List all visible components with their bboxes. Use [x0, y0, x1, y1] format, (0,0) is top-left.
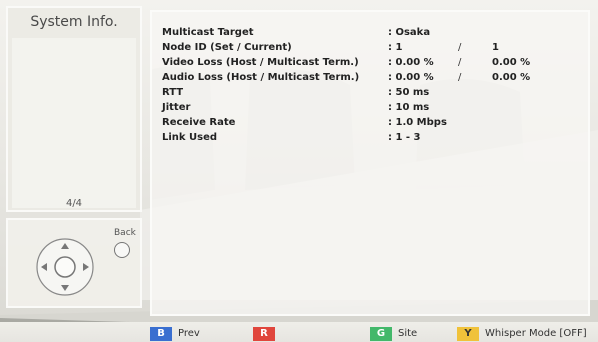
green-key: G: [370, 327, 392, 341]
info-value: : 10 ms: [388, 102, 430, 113]
dpad-icon[interactable]: [34, 236, 96, 298]
info-label: Audio Loss (Host / Multicast Term.): [162, 72, 360, 83]
info-value: : Osaka: [388, 27, 431, 38]
info-label: Multicast Target: [162, 27, 254, 38]
footer-button-yellow[interactable]: Y Whisper Mode [OFF]: [457, 327, 597, 341]
back-label: Back: [114, 228, 136, 238]
red-key: R: [253, 327, 275, 341]
info-label: Receive Rate: [162, 117, 236, 128]
info-separator: /: [458, 72, 462, 83]
panel-title: System Info.: [30, 14, 118, 30]
info-separator: /: [458, 42, 462, 53]
footer-button-bar: B Prev R G Site Y Whisper Mode [OFF]: [0, 322, 598, 342]
page-indicator: 4/4: [65, 198, 83, 209]
info-value: : 0.00 %: [388, 72, 434, 83]
info-value-current: 0.00 %: [492, 72, 531, 83]
back-button[interactable]: [114, 242, 130, 258]
info-label: Video Loss (Host / Multicast Term.): [162, 57, 359, 68]
info-separator: /: [458, 57, 462, 68]
info-value: : 0.00 %: [388, 57, 434, 68]
info-label: Link Used: [162, 132, 218, 143]
panel-inner-area: [12, 38, 136, 208]
info-label: Jitter: [162, 102, 191, 113]
system-info-panel: System Info. 4/4: [6, 6, 142, 212]
footer-button-green[interactable]: G Site: [370, 327, 450, 341]
info-value-current: 0.00 %: [492, 57, 531, 68]
info-label: Node ID (Set / Current): [162, 42, 292, 53]
footer-label: Site: [398, 328, 418, 339]
footer-label: Prev: [178, 328, 200, 339]
info-value: : 1 - 3: [388, 132, 421, 143]
blue-key: B: [150, 327, 172, 341]
info-panel: Multicast Target : Osaka Node ID (Set / …: [150, 10, 590, 316]
footer-button-blue[interactable]: B Prev: [150, 327, 230, 341]
info-value: : 1: [388, 42, 403, 53]
info-label: RTT: [162, 87, 184, 98]
yellow-key: Y: [457, 327, 479, 341]
footer-button-red[interactable]: R: [253, 327, 313, 341]
info-value: : 1.0 Mbps: [388, 117, 447, 128]
info-value: : 50 ms: [388, 87, 430, 98]
info-value-current: 1: [492, 42, 499, 53]
navigation-panel: Back: [6, 218, 142, 308]
footer-label: Whisper Mode [OFF]: [485, 328, 587, 339]
